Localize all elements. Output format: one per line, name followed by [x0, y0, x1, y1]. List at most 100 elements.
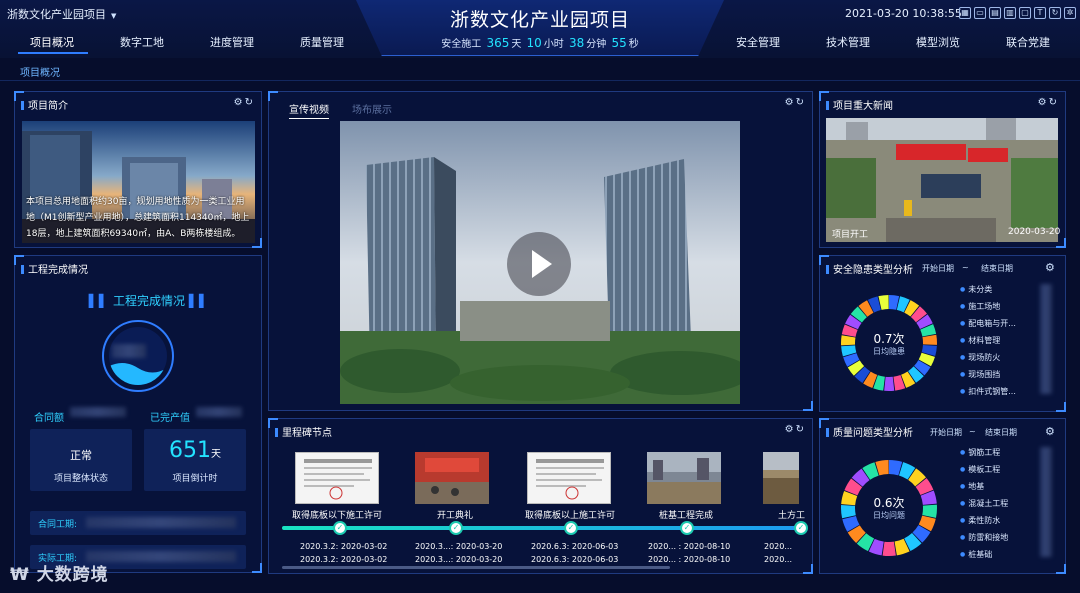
legend-item[interactable]: 现场围挡 [960, 366, 1022, 383]
gear-icon[interactable]: ⚙ [1045, 261, 1055, 274]
countdown-box: 651天 项目倒计时 [144, 429, 246, 491]
play-icon[interactable] [507, 232, 571, 296]
legend-item[interactable]: 施工场地 [960, 298, 1022, 315]
quality-end-date[interactable]: 结束日期 [985, 427, 1017, 438]
safety-seconds-unit: 秒 [628, 39, 639, 50]
hazard-start-date[interactable]: 开始日期 [922, 263, 954, 274]
settings-icon[interactable]: ✲ [1064, 7, 1076, 19]
safety-minutes: 38 [569, 36, 585, 50]
nav-item-quality[interactable]: 质量管理 [300, 34, 344, 50]
gear-icon[interactable]: ⚙ [1045, 425, 1055, 438]
legend-item[interactable]: 桩基础 [960, 546, 1022, 563]
hazard-counts-blurred [1040, 284, 1052, 394]
gear-icon[interactable]: ⚙ [785, 97, 796, 108]
refresh-icon[interactable]: ↻ [796, 97, 806, 108]
hazard-end-date[interactable]: 结束日期 [981, 263, 1013, 274]
hazard-avg-value: 0.7次 [873, 332, 905, 346]
quality-title-text: 质量问题类型分析 [833, 428, 913, 439]
nav-item-progress[interactable]: 进度管理 [210, 34, 254, 50]
safety-hazard-title-text: 安全隐患类型分析 [833, 265, 913, 276]
display-icon[interactable]: ▭ [974, 7, 986, 19]
contract-period-label: 合同工期: [38, 520, 78, 530]
legend-item[interactable]: 现场防火 [960, 349, 1022, 366]
grid-icon[interactable]: ▦ [959, 7, 971, 19]
milestone-thumb-2[interactable] [415, 452, 489, 504]
legend-item[interactable]: 钢筋工程 [960, 444, 1022, 461]
milestone-date2-5: 2020... [764, 555, 792, 564]
panel-tools: ⚙↻ [785, 97, 806, 108]
legend-item[interactable]: 未分类 [960, 281, 1022, 298]
shirt-icon[interactable]: T [1034, 7, 1046, 19]
legend-item[interactable]: 材料管理 [960, 332, 1022, 349]
check-icon: ✓ [449, 521, 463, 535]
milestone-thumb-5[interactable] [763, 452, 799, 504]
hazard-avg-label: 日均隐患 [873, 347, 905, 356]
news-date: 2020-03-20 [1008, 227, 1061, 237]
safety-hours-unit: 小时 [543, 39, 564, 50]
check-icon: ✓ [333, 521, 347, 535]
news-photo[interactable] [826, 118, 1058, 242]
nav-item-technical[interactable]: 技术管理 [826, 34, 870, 50]
nav-item-safety[interactable]: 安全管理 [736, 34, 780, 50]
legend-item[interactable]: 模板工程 [960, 461, 1022, 478]
project-selector[interactable]: 浙数文化产业园项目 ▼ [7, 6, 116, 22]
main-title: 浙数文化产业园项目 [449, 9, 630, 31]
nav-item-overview[interactable]: 项目概况 [30, 34, 74, 50]
chart-icon[interactable]: ▤ [989, 7, 1001, 19]
safety-minutes-unit: 分钟 [586, 39, 607, 50]
nav-item-party[interactable]: 联合党建 [1006, 34, 1050, 50]
legend-item[interactable]: 柔性防水 [960, 512, 1022, 529]
panel-tools: ⚙↻ [234, 97, 255, 108]
quality-counts-blurred [1040, 447, 1052, 557]
check-icon: ✓ [680, 521, 694, 535]
legend-item[interactable]: 防雷和接地 [960, 529, 1022, 546]
contract-period-row: 合同工期: [30, 511, 246, 535]
header: 浙数文化产业园项目 ▼ 浙数文化产业园项目 安全施工 365 天 10 小时 38 分钟… [0, 0, 1080, 58]
progress-value-blurred [112, 344, 146, 358]
monitor-icon[interactable]: ▢ [1019, 7, 1031, 19]
divider [0, 80, 1080, 81]
watermark-text: 大数跨境 [36, 565, 109, 585]
milestone-label-2: 开工典礼 [436, 511, 474, 521]
panel-tools: ⚙↻ [1038, 97, 1059, 108]
quality-avg-label: 日均问题 [873, 511, 905, 520]
hazard-date-sep: ~ [962, 263, 969, 272]
quality-start-date[interactable]: 开始日期 [930, 427, 962, 438]
legend-item[interactable]: 扣件式钢管... [960, 383, 1022, 400]
contract-value-blurred [70, 407, 126, 417]
refresh-icon[interactable]: ↻ [1049, 7, 1061, 19]
layout-icon[interactable]: ▥ [1004, 7, 1016, 19]
milestone-title: 里程碑节点 [275, 424, 332, 439]
nav-item-digital-site[interactable]: 数字工地 [120, 34, 164, 50]
gear-icon[interactable]: ⚙ [1038, 97, 1049, 108]
countdown-value: 651 [169, 438, 211, 463]
safety-days-unit: 天 [511, 39, 522, 50]
nav-item-model[interactable]: 模型浏览 [916, 34, 960, 50]
sub-tab-overview[interactable]: 项目概况 [20, 64, 60, 81]
refresh-icon[interactable]: ↻ [245, 97, 255, 108]
heading-deco-left: ▌▌ [88, 294, 110, 308]
gear-icon[interactable]: ⚙ [234, 97, 245, 108]
milestone-thumb-3[interactable] [527, 452, 611, 504]
milestone-date2-1: 2020.3.2: 2020-03-02 [300, 555, 388, 564]
safety-hazard-title: 安全隐患类型分析 [826, 261, 913, 276]
legend-item[interactable]: 配电箱与开... [960, 315, 1022, 332]
milestone-date1-5: 2020... [764, 542, 792, 551]
tab-site-layout[interactable]: 场布展示 [352, 101, 392, 116]
legend-item[interactable]: 混凝土工程 [960, 495, 1022, 512]
watermark: ₩ 大数跨境 [10, 560, 109, 585]
refresh-icon[interactable]: ↻ [796, 424, 806, 435]
milestone-scrollbar[interactable] [282, 566, 670, 569]
intro-description: 本项目总用地面积约30亩，规划用地性质为一类工业用地（M1创新型产业用地），总建… [26, 197, 250, 239]
legend-item[interactable]: 地基 [960, 478, 1022, 495]
refresh-icon[interactable]: ↻ [1049, 97, 1059, 108]
toolbar-icons: ▦ ▭ ▤ ▥ ▢ T ↻ ✲ [959, 7, 1076, 19]
milestone-thumb-1[interactable] [295, 452, 379, 504]
safety-days: 365 [486, 36, 510, 50]
milestone-thumb-4[interactable] [647, 452, 721, 504]
hazard-legend: 未分类 施工场地 配电箱与开... 材料管理 现场防火 现场围挡 扣件式钢管..… [960, 281, 1022, 400]
gear-icon[interactable]: ⚙ [785, 424, 796, 435]
milestone-date1-3: 2020.6.3: 2020-06-03 [531, 542, 619, 551]
tab-promo-video[interactable]: 宣传视频 [289, 101, 329, 119]
panel-tools: ⚙↻ [785, 424, 806, 435]
